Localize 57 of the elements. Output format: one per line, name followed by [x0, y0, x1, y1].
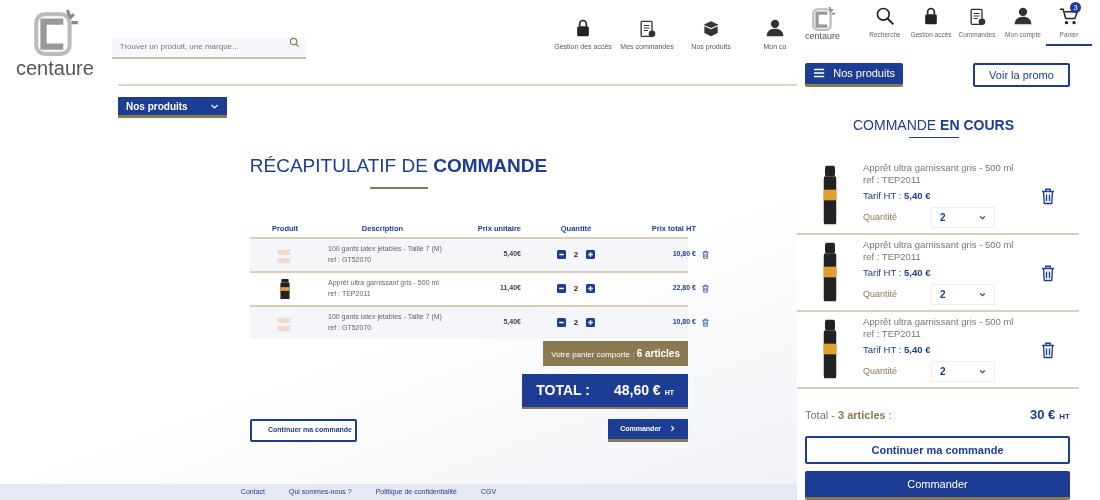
cart-count-banner: Votre panier comporte : 6 articles: [543, 340, 688, 366]
quantity-select[interactable]: 2: [931, 361, 995, 383]
chevron-down-icon: [979, 368, 986, 376]
total-amount: 48,60 €: [613, 380, 661, 400]
search-icon: [875, 6, 895, 26]
quantity-label: Quantité: [863, 288, 899, 301]
menu-button[interactable]: Nos produits: [805, 62, 903, 87]
product-ref: ref : TEP2011: [863, 173, 922, 185]
delete-icon[interactable]: [701, 283, 710, 293]
product-price: Tarif HT : 5,40 €: [863, 189, 932, 203]
minus-button[interactable]: [556, 250, 566, 259]
person-icon: [1013, 6, 1033, 26]
quantity-value: 2: [573, 316, 579, 329]
product-ref: ref : TEP2011: [863, 250, 922, 262]
plus-button[interactable]: [586, 318, 596, 327]
chevron-down-icon: [979, 214, 986, 222]
quantity-select[interactable]: 2: [931, 284, 995, 306]
minus-button[interactable]: [556, 318, 566, 327]
menu-button[interactable]: Nos produits: [118, 97, 227, 118]
page-title: COMMANDE EN COURS: [853, 115, 1014, 135]
delete-icon[interactable]: [1039, 341, 1057, 359]
chevron-right-icon: [669, 425, 676, 433]
continue-button[interactable]: Continuer ma commande: [805, 436, 1070, 464]
total-unit: HT: [1059, 410, 1070, 423]
delete-icon[interactable]: [1039, 264, 1057, 282]
product-name: Apprêt ultra garnissant gris - 500 ml: [863, 162, 1015, 174]
cart-icon: [1059, 6, 1079, 26]
product-price: Tarif HT : 5,40 €: [863, 266, 932, 280]
total-label: Total - 3 articles :: [805, 407, 892, 423]
promo-button[interactable]: Voir la promo: [973, 62, 1070, 87]
total-label: TOTAL :: [536, 380, 590, 400]
logo-icon: [809, 6, 836, 32]
logo-text: centaure: [805, 32, 841, 41]
product-price: Tarif HT : 5,40 €: [863, 343, 932, 357]
quantity-label: Quantité: [863, 365, 899, 378]
product-ref: ref : TEP2011: [863, 327, 922, 339]
plus-button[interactable]: [586, 250, 596, 259]
quantity-label: Quantité: [863, 211, 899, 224]
delete-icon[interactable]: [701, 317, 710, 327]
quantity-value: 2: [573, 248, 579, 261]
product-name: Apprêt ultra garnissant gris - 500 ml: [863, 239, 1015, 251]
person-icon: [765, 18, 785, 38]
cart-badge: 3: [1070, 2, 1081, 13]
quantity-select[interactable]: 2: [931, 207, 995, 229]
plus-button[interactable]: [586, 284, 596, 293]
order-button[interactable]: Commander: [805, 470, 1070, 500]
minus-button[interactable]: [556, 284, 566, 293]
page-title: RÉCAPITULATIF DE COMMANDE: [249, 154, 548, 178]
quantity-value: 2: [573, 282, 579, 295]
logo-text: centaure: [16, 58, 94, 78]
product-name: Apprêt ultra garnissant gris - 500 ml: [863, 316, 1015, 328]
delete-icon[interactable]: [701, 249, 710, 259]
delete-icon[interactable]: [1039, 187, 1057, 205]
chevron-down-icon: [979, 291, 986, 299]
total-amount: 30 €: [1030, 405, 1056, 424]
search-field[interactable]: Trouver un produit, une marque...: [111, 36, 306, 59]
search-icon: [288, 37, 300, 48]
